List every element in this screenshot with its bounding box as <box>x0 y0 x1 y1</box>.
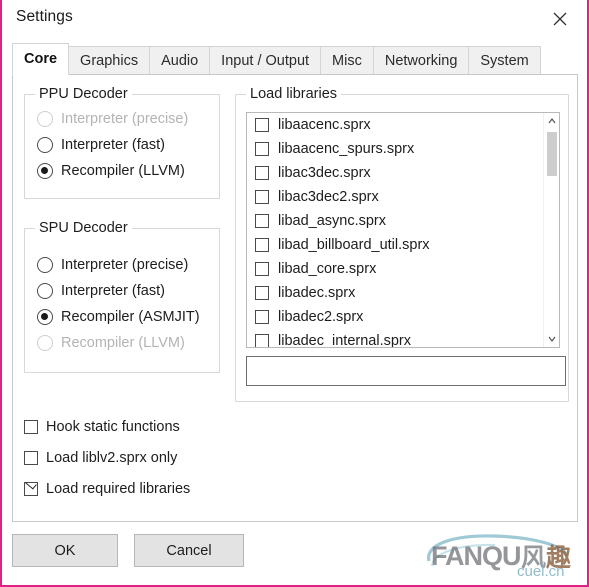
list-item[interactable]: libad_billboard_util.sprx <box>247 233 543 257</box>
list-item[interactable]: libadec2.sprx <box>247 305 543 329</box>
list-item-label: libac3dec2.sprx <box>278 189 379 205</box>
radio-spu-interpreter-precise[interactable]: Interpreter (precise) <box>37 253 188 277</box>
list-item[interactable]: libac3dec.sprx <box>247 161 543 185</box>
settings-dialog: Settings Core Graphics Audio Input / Out… <box>0 0 589 587</box>
list-item[interactable]: libaacenc.sprx <box>247 113 543 137</box>
radio-label: Interpreter (precise) <box>61 257 189 273</box>
tab-label: Misc <box>332 52 362 69</box>
ok-button-label: OK <box>54 542 76 559</box>
list-item-label: libaacenc_spurs.sprx <box>278 141 415 157</box>
tab-label: Networking <box>384 52 458 69</box>
radio-ppu-interpreter-fast[interactable]: Interpreter (fast) <box>37 133 165 157</box>
radio-spu-recompiler-llvm[interactable]: Recompiler (LLVM) <box>37 331 185 355</box>
radio-mark-icon <box>37 257 53 273</box>
checkbox-icon <box>24 420 38 434</box>
ok-button[interactable]: OK <box>12 534 118 567</box>
cancel-button[interactable]: Cancel <box>134 534 244 567</box>
checkbox-icon <box>255 310 269 324</box>
tab-page-core: PPU Decoder Interpreter (precise) Interp… <box>12 74 578 522</box>
group-load-libraries: Load libraries libaacenc.sprx libaacenc_… <box>235 86 569 402</box>
radio-ppu-interpreter-precise[interactable]: Interpreter (precise) <box>37 107 188 131</box>
list-item[interactable]: libac3dec2.sprx <box>247 185 543 209</box>
checkbox-icon <box>24 451 38 465</box>
tab-audio[interactable]: Audio <box>149 46 211 75</box>
radio-label: Recompiler (ASMJIT) <box>61 309 200 325</box>
radio-label: Interpreter (precise) <box>61 111 189 127</box>
radio-mark-icon <box>37 111 53 127</box>
library-filter-input[interactable] <box>247 357 565 385</box>
tab-graphics[interactable]: Graphics <box>68 46 151 75</box>
tab-label: Core <box>24 51 58 67</box>
library-list-scrollbar[interactable] <box>543 113 559 347</box>
radio-label: Recompiler (LLVM) <box>61 335 185 351</box>
list-item-label: libad_async.sprx <box>278 213 386 229</box>
list-item[interactable]: libadec_internal.sprx <box>247 329 543 348</box>
cancel-button-label: Cancel <box>166 542 212 559</box>
library-list-items: libaacenc.sprx libaacenc_spurs.sprx liba… <box>247 113 543 348</box>
checkbox-load-liblv2-only[interactable]: Load liblv2.sprx only <box>24 446 177 470</box>
radio-mark-icon <box>37 335 53 351</box>
tab-label: Graphics <box>80 52 139 69</box>
list-item-label: libad_billboard_util.sprx <box>278 237 430 253</box>
list-item-label: libadec.sprx <box>278 285 356 301</box>
checkbox-icon <box>255 118 269 132</box>
radio-ppu-recompiler-llvm[interactable]: Recompiler (LLVM) <box>37 159 185 183</box>
list-item-label: libadec_internal.sprx <box>278 333 411 348</box>
list-item-label: libad_core.sprx <box>278 261 377 277</box>
tab-label: System <box>480 52 529 69</box>
checkbox-icon <box>255 142 269 156</box>
library-list[interactable]: libaacenc.sprx libaacenc_spurs.sprx liba… <box>246 112 560 348</box>
library-filter-field[interactable] <box>246 356 566 386</box>
radio-spu-interpreter-fast[interactable]: Interpreter (fast) <box>37 279 165 303</box>
radio-mark-icon <box>37 309 53 325</box>
window-title: Settings <box>16 8 73 25</box>
radio-mark-icon <box>37 137 53 153</box>
checkbox-icon <box>255 262 269 276</box>
chevron-down-icon[interactable] <box>544 331 559 347</box>
tab-system[interactable]: System <box>468 46 541 75</box>
radio-label: Interpreter (fast) <box>61 283 165 299</box>
radio-spu-recompiler-asmjit[interactable]: Recompiler (ASMJIT) <box>37 305 200 329</box>
list-item-label: libadec2.sprx <box>278 309 364 325</box>
titlebar: Settings <box>2 0 587 41</box>
list-item[interactable]: libad_async.sprx <box>247 209 543 233</box>
radio-mark-icon <box>37 283 53 299</box>
scrollbar-thumb[interactable] <box>547 132 557 176</box>
group-ppu-decoder: PPU Decoder Interpreter (precise) Interp… <box>24 86 220 199</box>
checkbox-icon <box>255 190 269 204</box>
list-item[interactable]: libadec.sprx <box>247 281 543 305</box>
group-title: Load libraries <box>246 86 342 102</box>
checkbox-load-required-libraries[interactable]: Load required libraries <box>24 477 190 501</box>
checkbox-label: Hook static functions <box>46 419 180 435</box>
tab-label: Input / Output <box>221 52 310 69</box>
checkbox-label: Load liblv2.sprx only <box>46 450 178 466</box>
list-item-label: libac3dec.sprx <box>278 165 371 181</box>
tab-networking[interactable]: Networking <box>372 46 470 75</box>
checkbox-icon <box>255 214 269 228</box>
tab-core[interactable]: Core <box>12 43 70 75</box>
checkbox-icon <box>255 238 269 252</box>
checkbox-label: Load required libraries <box>46 481 191 497</box>
checkbox-icon <box>255 286 269 300</box>
radio-mark-icon <box>37 163 53 179</box>
radio-label: Interpreter (fast) <box>61 137 165 153</box>
tab-label: Audio <box>161 52 199 69</box>
chevron-up-icon[interactable] <box>544 113 559 129</box>
tab-misc[interactable]: Misc <box>320 46 374 75</box>
list-item-label: libaacenc.sprx <box>278 117 371 133</box>
tab-input-output[interactable]: Input / Output <box>209 46 322 75</box>
radio-label: Recompiler (LLVM) <box>61 163 185 179</box>
group-spu-decoder: SPU Decoder Interpreter (precise) Interp… <box>24 220 220 373</box>
list-item[interactable]: libad_core.sprx <box>247 257 543 281</box>
group-title: PPU Decoder <box>35 86 132 102</box>
close-icon[interactable] <box>541 2 579 36</box>
checkbox-icon <box>255 166 269 180</box>
list-item[interactable]: libaacenc_spurs.sprx <box>247 137 543 161</box>
tab-bar: Core Graphics Audio Input / Output Misc … <box>12 43 578 75</box>
group-title: SPU Decoder <box>35 220 132 236</box>
checkbox-icon <box>24 482 38 496</box>
checkbox-icon <box>255 334 269 347</box>
checkbox-hook-static-functions[interactable]: Hook static functions <box>24 415 180 439</box>
dialog-button-bar: OK Cancel <box>2 522 587 585</box>
